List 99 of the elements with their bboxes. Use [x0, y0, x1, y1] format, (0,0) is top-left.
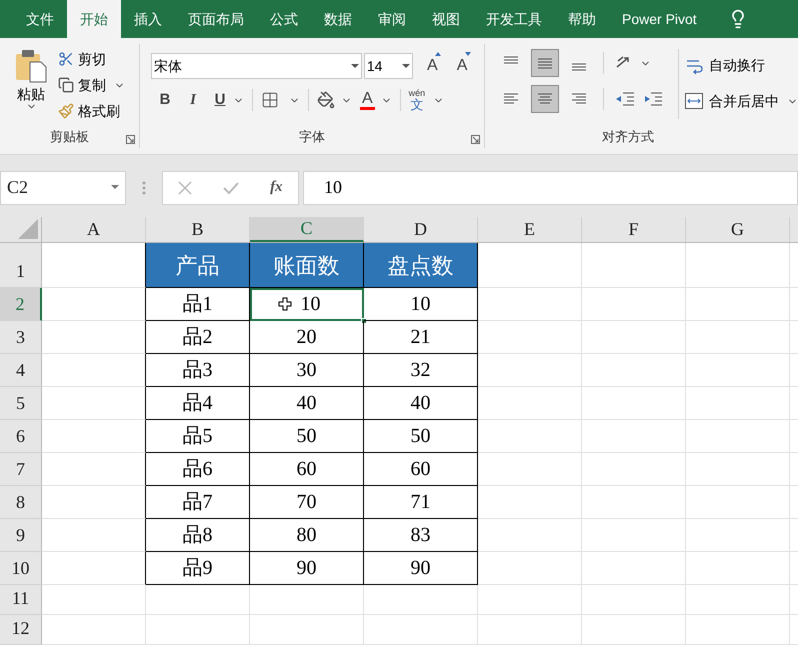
merge-cells-icon	[685, 93, 703, 109]
grow-font-button[interactable]: A	[421, 54, 444, 78]
paint-bucket-icon[interactable]	[317, 91, 335, 109]
ribbon-tab[interactable]: 帮助	[555, 0, 609, 38]
phonetic-guide-button[interactable]: wén 文	[408, 89, 426, 111]
table-cell: 20	[250, 321, 364, 354]
name-box[interactable]: C2	[0, 170, 126, 204]
copy-button[interactable]: 复制	[58, 74, 106, 96]
table-cell: 品7	[146, 486, 250, 519]
align-center-button[interactable]	[531, 85, 559, 113]
borders-icon[interactable]	[261, 91, 279, 109]
column-header[interactable]: C	[250, 217, 364, 242]
up-triangle-icon	[435, 52, 442, 56]
row-header[interactable]: 7	[0, 453, 42, 486]
row-header[interactable]: 2	[0, 288, 42, 321]
font-size-dropdown[interactable]: 14	[364, 53, 414, 79]
italic-button[interactable]: I	[179, 88, 207, 112]
table-cell: 83	[364, 519, 478, 552]
ribbon-tab[interactable]: 数据	[311, 0, 365, 38]
column-header[interactable]: D	[364, 217, 478, 242]
table-cell: 品9	[146, 552, 250, 585]
align-middle-button[interactable]	[531, 49, 559, 77]
row-header[interactable]: 10	[0, 552, 42, 585]
underline-button[interactable]: U	[207, 88, 233, 112]
row-header[interactable]: 6	[0, 420, 42, 453]
group-label: 剪贴板	[50, 128, 89, 146]
row-header[interactable]: 9	[0, 519, 42, 552]
row-header[interactable]: 3	[0, 321, 42, 354]
table-cell: 40	[364, 387, 478, 420]
dropdown-arrow-icon	[111, 185, 119, 190]
table-cell: 10	[364, 288, 478, 321]
table-cell: 品8	[146, 519, 250, 552]
down-triangle-icon	[465, 52, 471, 56]
row-header[interactable]: 5	[0, 387, 42, 420]
dialog-launcher-icon[interactable]	[126, 135, 135, 144]
table-cell: 品2	[146, 321, 250, 354]
ribbon-tab[interactable]: 文件	[13, 0, 67, 38]
table-cell: 71	[364, 486, 478, 519]
table-cell: 品3	[146, 354, 250, 387]
row-header[interactable]: 12	[0, 615, 42, 645]
font-color-button[interactable]: A	[360, 90, 375, 110]
table-header-cell: 账面数	[250, 243, 364, 288]
table-cell: 80	[250, 519, 364, 552]
table-cell: 40	[250, 387, 364, 420]
paintbrush-icon	[58, 103, 74, 119]
cursor-icon	[278, 297, 292, 311]
ribbon-tab[interactable]: 公式	[257, 0, 311, 38]
row-header[interactable]: 4	[0, 354, 42, 387]
table-cell: 30	[250, 354, 364, 387]
dialog-launcher-icon[interactable]	[471, 135, 480, 144]
group-label: 对齐方式	[602, 128, 654, 146]
row-header[interactable]: 1	[0, 243, 42, 288]
column-header[interactable]: E	[478, 217, 582, 242]
ribbon-tab[interactable]: 审阅	[365, 0, 419, 38]
clipboard-icon	[14, 48, 48, 84]
copy-icon	[58, 77, 74, 93]
table-cell: 品6	[146, 453, 250, 486]
ribbon-tab[interactable]: 开发工具	[473, 0, 555, 38]
table-cell: 60	[250, 453, 364, 486]
row-header[interactable]: 11	[0, 585, 42, 615]
dropdown-arrow-icon	[350, 64, 359, 68]
table-cell: 90	[250, 552, 364, 585]
cut-button[interactable]: 剪切	[58, 48, 125, 70]
table-cell: 90	[364, 552, 478, 585]
scissors-icon	[58, 51, 74, 67]
dropdown-arrow-icon	[402, 64, 410, 68]
table-header-cell: 盘点数	[364, 243, 478, 288]
paste-button[interactable]: 粘贴	[10, 48, 52, 126]
merge-center-button[interactable]: 合并后居中	[685, 89, 779, 113]
ribbon-tab[interactable]: 页面布局	[175, 0, 257, 38]
wrap-text-button[interactable]: 自动换行	[685, 53, 798, 77]
ribbon-tab[interactable]: 视图	[419, 0, 473, 38]
check-icon[interactable]	[223, 180, 240, 194]
table-header-cell: 产品	[146, 243, 250, 288]
grip-icon	[142, 180, 146, 194]
table-cell: 60	[364, 453, 478, 486]
column-header[interactable]: G	[686, 217, 790, 242]
table-cell: 10	[250, 288, 364, 321]
table-cell: 品5	[146, 420, 250, 453]
table-cell: 品4	[146, 387, 250, 420]
font-name-dropdown[interactable]: 宋体	[151, 53, 362, 79]
table-cell: 21	[364, 321, 478, 354]
bold-button[interactable]: B	[151, 88, 179, 112]
formula-input[interactable]: 10	[303, 170, 798, 204]
ribbon-tab[interactable]: Power Pivot	[609, 0, 710, 38]
insert-function-button[interactable]: fx	[270, 176, 283, 199]
row-header[interactable]: 8	[0, 486, 42, 519]
column-header[interactable]: A	[42, 217, 146, 242]
group-label: 字体	[299, 128, 325, 146]
ribbon-tab[interactable]: 开始	[67, 0, 121, 38]
table-cell: 70	[250, 486, 364, 519]
table-cell: 品1	[146, 288, 250, 321]
table-cell: 50	[250, 420, 364, 453]
shrink-font-button[interactable]: A	[451, 54, 473, 78]
format-painter-button[interactable]: 格式刷	[58, 100, 125, 122]
table-cell: 32	[364, 354, 478, 387]
column-header[interactable]: F	[582, 217, 686, 242]
ribbon-tab[interactable]: 插入	[121, 0, 175, 38]
table-cell: 50	[364, 420, 478, 453]
